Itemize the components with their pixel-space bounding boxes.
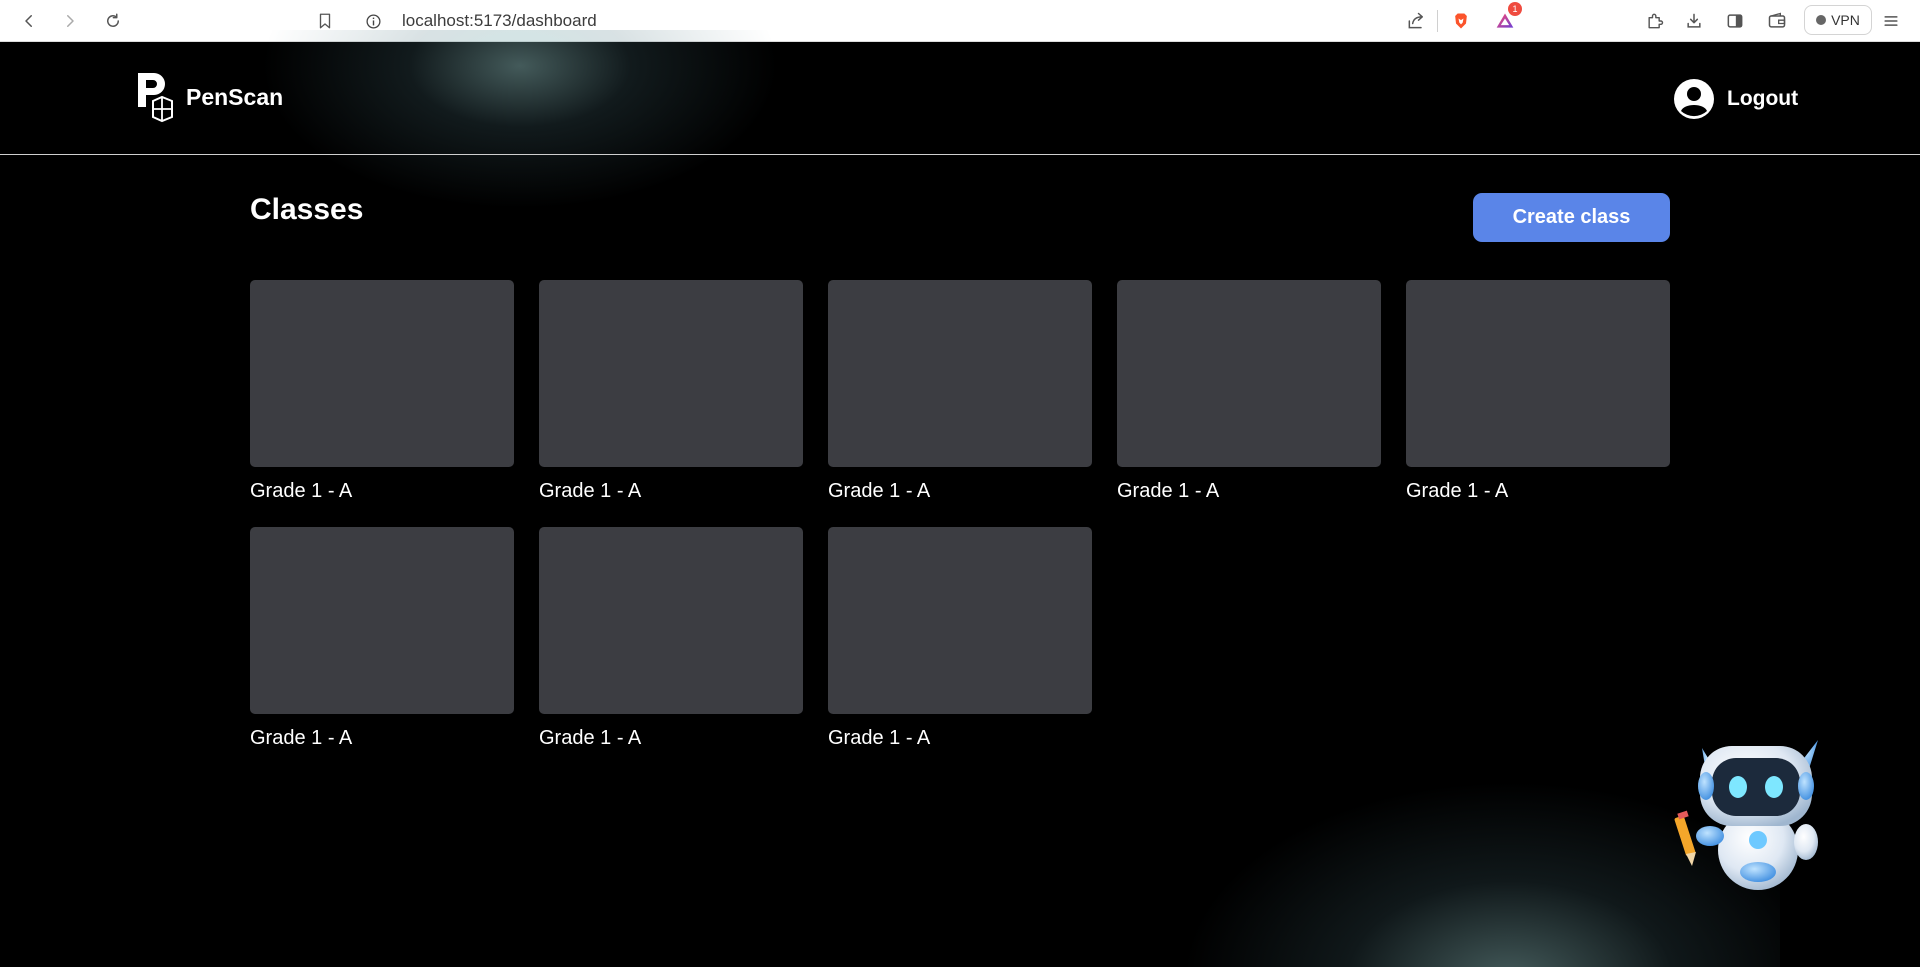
class-name[interactable]: Grade 1 - A bbox=[539, 479, 803, 503]
class-card[interactable]: Grade 1 - A bbox=[828, 280, 1092, 503]
class-thumbnail[interactable] bbox=[539, 527, 803, 714]
class-thumbnail[interactable] bbox=[1406, 280, 1670, 467]
hamburger-menu-icon bbox=[1884, 16, 1898, 26]
share-icon bbox=[1408, 12, 1423, 29]
wallet-icon bbox=[1768, 12, 1786, 28]
class-name[interactable]: Grade 1 - A bbox=[250, 479, 514, 503]
brave-lion-icon bbox=[1455, 13, 1467, 29]
class-name[interactable]: Grade 1 - A bbox=[1406, 479, 1670, 503]
class-name[interactable]: Grade 1 - A bbox=[1117, 479, 1381, 503]
arrow-left-icon bbox=[25, 15, 32, 27]
class-card[interactable]: Grade 1 - A bbox=[1117, 280, 1381, 503]
info-icon[interactable] bbox=[358, 6, 388, 36]
vpn-status-icon bbox=[1816, 15, 1827, 25]
class-name[interactable]: Grade 1 - A bbox=[539, 726, 803, 750]
url-text[interactable]: localhost:5173/dashboard bbox=[402, 11, 597, 31]
page-title: Classes bbox=[250, 193, 364, 226]
penscan-logo-icon bbox=[138, 73, 173, 123]
class-card[interactable]: Grade 1 - A bbox=[250, 280, 514, 503]
browser-toolbar: localhost:5173/dashboard 1 VPN bbox=[0, 0, 1920, 42]
class-thumbnail[interactable] bbox=[828, 527, 1092, 714]
class-card[interactable]: Grade 1 - A bbox=[539, 280, 803, 503]
wallet-button[interactable] bbox=[1760, 4, 1794, 38]
sidebar-button[interactable] bbox=[1718, 4, 1752, 38]
class-thumbnail[interactable] bbox=[539, 280, 803, 467]
share-button[interactable] bbox=[1399, 4, 1433, 38]
downloads-button[interactable] bbox=[1677, 4, 1711, 38]
class-thumbnail[interactable] bbox=[1117, 280, 1381, 467]
class-name[interactable]: Grade 1 - A bbox=[828, 479, 1092, 503]
class-thumbnail[interactable] bbox=[250, 527, 514, 714]
class-name[interactable]: Grade 1 - A bbox=[250, 726, 514, 750]
arrow-right-icon bbox=[67, 15, 74, 27]
reload-icon bbox=[107, 13, 119, 27]
address-bar[interactable]: localhost:5173/dashboard bbox=[352, 3, 1520, 39]
download-icon bbox=[1687, 13, 1701, 28]
robot-assistant-icon[interactable] bbox=[1672, 732, 1838, 898]
rewards-button[interactable]: 1 bbox=[1488, 2, 1522, 38]
create-class-button[interactable]: Create class bbox=[1473, 193, 1670, 242]
forward-button[interactable] bbox=[55, 6, 85, 36]
user-icon bbox=[1674, 79, 1714, 119]
class-card[interactable]: Grade 1 - A bbox=[1406, 280, 1670, 503]
puzzle-icon bbox=[1648, 13, 1664, 29]
class-thumbnail[interactable] bbox=[250, 280, 514, 467]
extensions-button[interactable] bbox=[1638, 4, 1672, 38]
logout-label: Logout bbox=[1727, 87, 1799, 110]
class-card[interactable]: Grade 1 - A bbox=[539, 527, 803, 750]
bookmark-button[interactable] bbox=[310, 6, 340, 36]
class-card[interactable]: Grade 1 - A bbox=[250, 527, 514, 750]
notification-badge: 1 bbox=[1508, 2, 1522, 16]
menu-button[interactable] bbox=[1874, 4, 1908, 38]
class-thumbnail[interactable] bbox=[828, 280, 1092, 467]
app-header: PenScan Logout bbox=[0, 42, 1920, 155]
sidebar-icon bbox=[1727, 14, 1743, 28]
class-card[interactable]: Grade 1 - A bbox=[828, 527, 1092, 750]
classes-grid: Grade 1 - A Grade 1 - A Grade 1 - A Grad… bbox=[250, 280, 1670, 750]
app-logo[interactable]: PenScan bbox=[136, 71, 283, 123]
vpn-button[interactable]: VPN bbox=[1804, 5, 1872, 35]
bookmark-icon bbox=[319, 13, 331, 29]
toolbar-divider bbox=[1437, 10, 1438, 32]
reload-button[interactable] bbox=[98, 6, 128, 36]
brave-shields-button[interactable] bbox=[1444, 4, 1478, 38]
back-button[interactable] bbox=[14, 6, 44, 36]
class-name[interactable]: Grade 1 - A bbox=[828, 726, 1092, 750]
app-name: PenScan bbox=[186, 83, 284, 110]
vpn-label: VPN bbox=[1831, 12, 1860, 28]
logout-button[interactable]: Logout bbox=[1673, 78, 1798, 120]
